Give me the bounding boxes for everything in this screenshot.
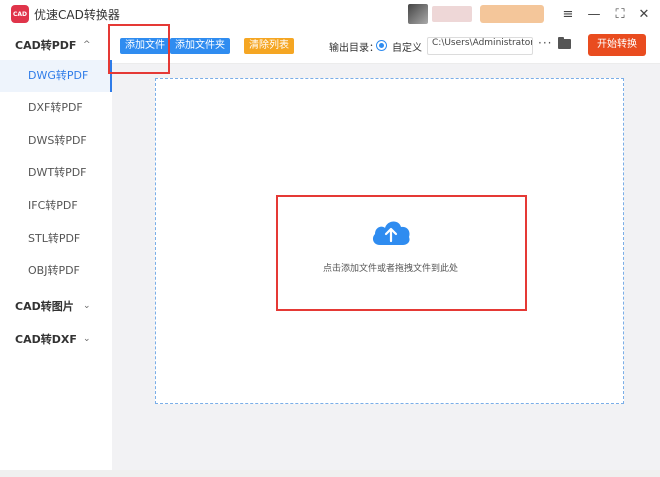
output-dir-label: 输出目录： — [329, 43, 379, 54]
app-title: 优速CAD转换器 — [34, 8, 120, 22]
maximize-icon[interactable]: ⛶ — [610, 4, 630, 24]
custom-radio[interactable] — [376, 40, 387, 51]
more-icon[interactable]: ··· — [538, 36, 552, 50]
sidebar-item-dxf-to-pdf[interactable]: DXF转PDF — [0, 92, 112, 124]
sidebar-item-dws-to-pdf[interactable]: DWS转PDF — [0, 125, 112, 157]
sidebar-item-stl-to-pdf[interactable]: STL转PDF — [0, 223, 112, 255]
clear-list-button[interactable]: 清除列表 — [244, 38, 294, 54]
sidebar-group-label: CAD转DXF — [15, 333, 77, 346]
chevron-down-icon: ⌄ — [83, 334, 91, 344]
user-info-blurred — [432, 6, 472, 22]
start-convert-button[interactable]: 开始转换 — [588, 34, 646, 56]
custom-radio-label[interactable]: 自定义 — [392, 39, 422, 54]
user-avatar[interactable] — [408, 4, 428, 24]
sidebar-group-label: CAD转PDF — [15, 39, 77, 52]
sidebar-group-cad-to-dxf[interactable]: CAD转DXF ⌄ — [15, 331, 91, 347]
sidebar-group-cad-to-pdf[interactable]: CAD转PDF ^ — [15, 37, 91, 53]
sidebar-item-obj-to-pdf[interactable]: OBJ转PDF — [0, 255, 112, 287]
folder-icon[interactable] — [558, 37, 571, 49]
app-logo-icon: CAD — [11, 5, 29, 23]
vip-badge-blurred[interactable] — [480, 5, 544, 23]
sidebar-group-label: CAD转图片 — [15, 300, 74, 313]
chevron-up-icon: ^ — [83, 40, 91, 50]
title-bar: CAD 优速CAD转换器 ≡ — ⛶ ✕ — [0, 0, 660, 28]
close-icon[interactable]: ✕ — [634, 4, 654, 24]
output-path-field[interactable]: C:\Users\Administrator\ — [427, 37, 533, 55]
add-folder-button[interactable]: 添加文件夹 — [170, 38, 230, 54]
annotation-box-drop-zone — [276, 195, 527, 311]
menu-icon[interactable]: ≡ — [558, 4, 578, 24]
sidebar: CAD转PDF ^ DWG转PDF DXF转PDF DWS转PDF DWT转PD… — [0, 28, 112, 477]
chevron-down-icon: ⌄ — [83, 301, 91, 311]
sidebar-item-dwg-to-pdf[interactable]: DWG转PDF — [0, 60, 112, 92]
bottom-border — [0, 470, 660, 477]
toolbar: 添加文件 添加文件夹 清除列表 输出目录： 自定义 C:\Users\Admin… — [112, 28, 660, 64]
sidebar-group-cad-to-image[interactable]: CAD转图片 ⌄ — [15, 298, 91, 314]
minimize-icon[interactable]: — — [584, 4, 604, 24]
sidebar-item-ifc-to-pdf[interactable]: IFC转PDF — [0, 190, 112, 222]
sidebar-item-dwt-to-pdf[interactable]: DWT转PDF — [0, 157, 112, 189]
annotation-box-add-file — [108, 24, 170, 74]
